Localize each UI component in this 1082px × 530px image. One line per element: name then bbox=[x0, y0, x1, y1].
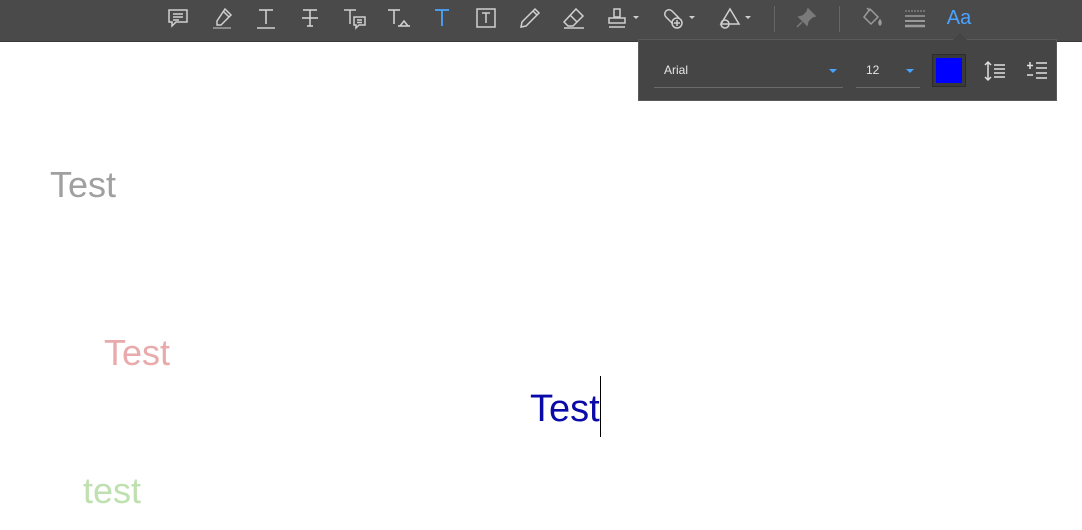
text-color-swatch bbox=[936, 58, 962, 83]
toolbar-separator bbox=[839, 6, 840, 32]
document-page: Aa Arial 12 Test Test Test test bbox=[0, 0, 1082, 530]
font-style-label: Aa bbox=[946, 6, 972, 29]
font-style-icon[interactable]: Aa bbox=[942, 3, 976, 33]
text-cursor bbox=[600, 376, 601, 437]
toolbar-separator bbox=[774, 6, 775, 32]
text-color-button[interactable] bbox=[932, 54, 966, 87]
shapes-icon[interactable] bbox=[715, 3, 755, 33]
text-annotation[interactable]: Test bbox=[50, 167, 116, 203]
chevron-down-icon bbox=[829, 69, 837, 73]
strikethrough-text-icon[interactable] bbox=[293, 3, 327, 33]
stamp-icon[interactable] bbox=[603, 3, 643, 33]
comment-icon[interactable] bbox=[161, 3, 195, 33]
insert-text-icon[interactable] bbox=[381, 3, 415, 33]
font-size-value: 12 bbox=[866, 63, 880, 77]
replace-text-icon[interactable] bbox=[337, 3, 371, 33]
annotation-toolbar: Aa bbox=[0, 0, 1082, 42]
pin-icon[interactable] bbox=[789, 3, 823, 33]
line-style-icon[interactable] bbox=[898, 3, 932, 33]
chevron-down-icon bbox=[906, 69, 914, 73]
list-icon[interactable] bbox=[1023, 57, 1051, 85]
attach-icon[interactable] bbox=[659, 3, 699, 33]
font-family-dropdown[interactable]: Arial bbox=[654, 54, 843, 88]
text-annotation[interactable]: Test bbox=[104, 335, 170, 371]
underline-text-icon[interactable] bbox=[249, 3, 283, 33]
line-spacing-icon[interactable] bbox=[981, 57, 1009, 85]
text-annotation-editing[interactable]: Test bbox=[530, 390, 600, 428]
font-size-dropdown[interactable]: 12 bbox=[856, 54, 920, 88]
highlight-icon[interactable] bbox=[205, 3, 239, 33]
textbox-icon[interactable] bbox=[469, 3, 503, 33]
panel-pointer bbox=[953, 33, 967, 40]
pencil-icon[interactable] bbox=[513, 3, 547, 33]
typewriter-text-icon[interactable] bbox=[425, 3, 459, 33]
font-family-value: Arial bbox=[664, 63, 689, 77]
eraser-icon[interactable] bbox=[557, 3, 591, 33]
font-properties-panel: Arial 12 bbox=[638, 39, 1057, 101]
fill-color-icon[interactable] bbox=[855, 3, 889, 33]
text-annotation[interactable]: test bbox=[83, 473, 141, 509]
